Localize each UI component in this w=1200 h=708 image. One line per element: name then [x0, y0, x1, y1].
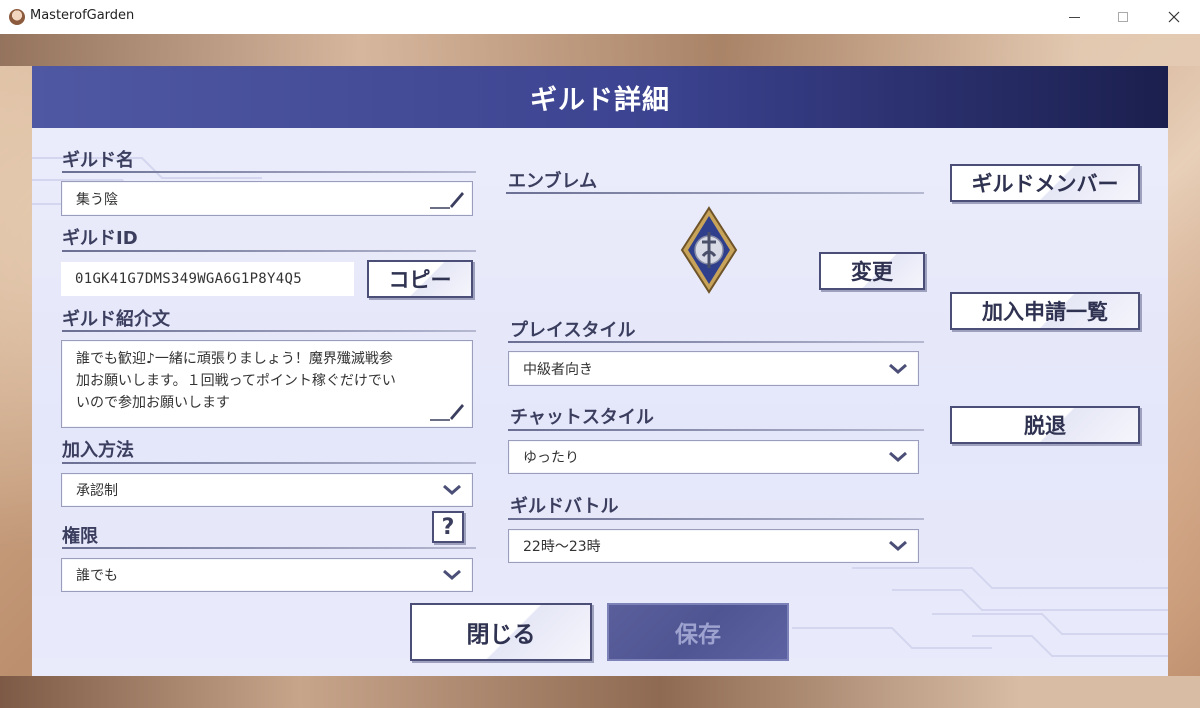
- join-method-select[interactable]: 承認制: [61, 473, 473, 507]
- guild-intro-textarea[interactable]: 誰でも歓迎♪一緒に頑張りましょう！魔界殲滅戦参 加お願いします。１回戦ってポイン…: [61, 340, 473, 428]
- close-icon: [1168, 11, 1180, 23]
- window-titlebar: MasterofGarden: [0, 0, 1200, 34]
- dialog-title: ギルド詳細: [530, 84, 670, 116]
- guild-id-divider: [62, 250, 476, 252]
- minimize-icon: [1068, 16, 1080, 18]
- guild-id-value: 01GK41G7DMS349WGA6G1P8Y4Q5: [75, 271, 302, 287]
- chat-style-value: ゆったり: [523, 450, 579, 466]
- maximize-button[interactable]: [1100, 0, 1146, 34]
- intro-line: 加お願いします。１回戦ってポイント稼ぐだけでい: [76, 373, 396, 389]
- chat-style-select[interactable]: ゆったり: [508, 440, 919, 474]
- permission-help-button[interactable]: ?: [432, 511, 464, 543]
- minimize-button[interactable]: [1051, 0, 1097, 34]
- dialog-header: ギルド詳細: [32, 66, 1168, 128]
- play-style-label: プレイスタイル: [510, 320, 636, 341]
- play-style-select[interactable]: 中級者向き: [508, 351, 919, 386]
- chevron-down-icon: [889, 451, 907, 462]
- play-style-divider: [508, 341, 924, 343]
- guild-battle-select[interactable]: 22時～23時: [508, 529, 919, 563]
- guild-id-label: ギルドID: [62, 228, 138, 249]
- permission-value: 誰でも: [76, 568, 118, 584]
- chevron-down-icon: [889, 540, 907, 551]
- join-method-divider: [62, 462, 476, 464]
- edit-pencil-icon[interactable]: [428, 398, 466, 422]
- guild-battle-value: 22時～23時: [523, 539, 601, 555]
- emblem-label: エンブレム: [508, 171, 598, 192]
- chevron-down-icon: [443, 569, 461, 580]
- chat-style-divider: [508, 429, 924, 431]
- copy-button[interactable]: コピー: [367, 260, 473, 298]
- guild-battle-label: ギルドバトル: [510, 496, 619, 517]
- join-method-label: 加入方法: [62, 440, 134, 461]
- intro-line: 誰でも歓迎♪一緒に頑張りましょう！魔界殲滅戦参: [76, 351, 393, 367]
- leave-guild-button[interactable]: 脱退: [950, 406, 1140, 444]
- guild-name-value: 集う陰: [76, 191, 118, 208]
- guild-intro-label: ギルド紹介文: [62, 309, 170, 330]
- edit-pencil-icon[interactable]: [428, 186, 466, 210]
- emblem-divider: [506, 192, 924, 194]
- join-method-value: 承認制: [76, 483, 118, 499]
- close-window-button[interactable]: [1151, 0, 1197, 34]
- background-top-strip: [0, 34, 1200, 66]
- play-style-value: 中級者向き: [523, 361, 593, 378]
- maximize-icon: [1118, 12, 1128, 22]
- change-emblem-button[interactable]: 変更: [819, 252, 925, 290]
- guild-battle-divider: [508, 518, 924, 520]
- chevron-down-icon: [443, 484, 461, 495]
- chat-style-label: チャットスタイル: [510, 407, 654, 428]
- guild-id-field: 01GK41G7DMS349WGA6G1P8Y4Q5: [61, 262, 354, 296]
- permission-divider: [62, 547, 476, 549]
- applications-list-button[interactable]: 加入申請一覧: [950, 292, 1140, 330]
- guild-emblem-icon: [680, 206, 738, 294]
- guild-name-label: ギルド名: [62, 150, 134, 171]
- chevron-down-icon: [889, 363, 907, 374]
- permission-select[interactable]: 誰でも: [61, 558, 473, 592]
- permission-label: 権限: [62, 526, 98, 547]
- close-button[interactable]: 閉じる: [410, 603, 592, 661]
- background-bottom-strip: [0, 676, 1200, 708]
- guild-intro-divider: [62, 330, 476, 332]
- guild-name-divider: [62, 171, 476, 173]
- guild-detail-dialog: ギルド詳細 ギルド名 集う陰 ギルドID 01GK41G7DMS349WGA6G…: [32, 66, 1168, 676]
- guild-members-button[interactable]: ギルドメンバー: [950, 164, 1140, 202]
- intro-line: いので参加お願いします: [76, 395, 230, 411]
- guild-name-field[interactable]: 集う陰: [61, 181, 473, 216]
- window-title: MasterofGarden: [30, 8, 135, 23]
- save-button[interactable]: 保存: [607, 603, 789, 661]
- app-icon: [9, 9, 25, 25]
